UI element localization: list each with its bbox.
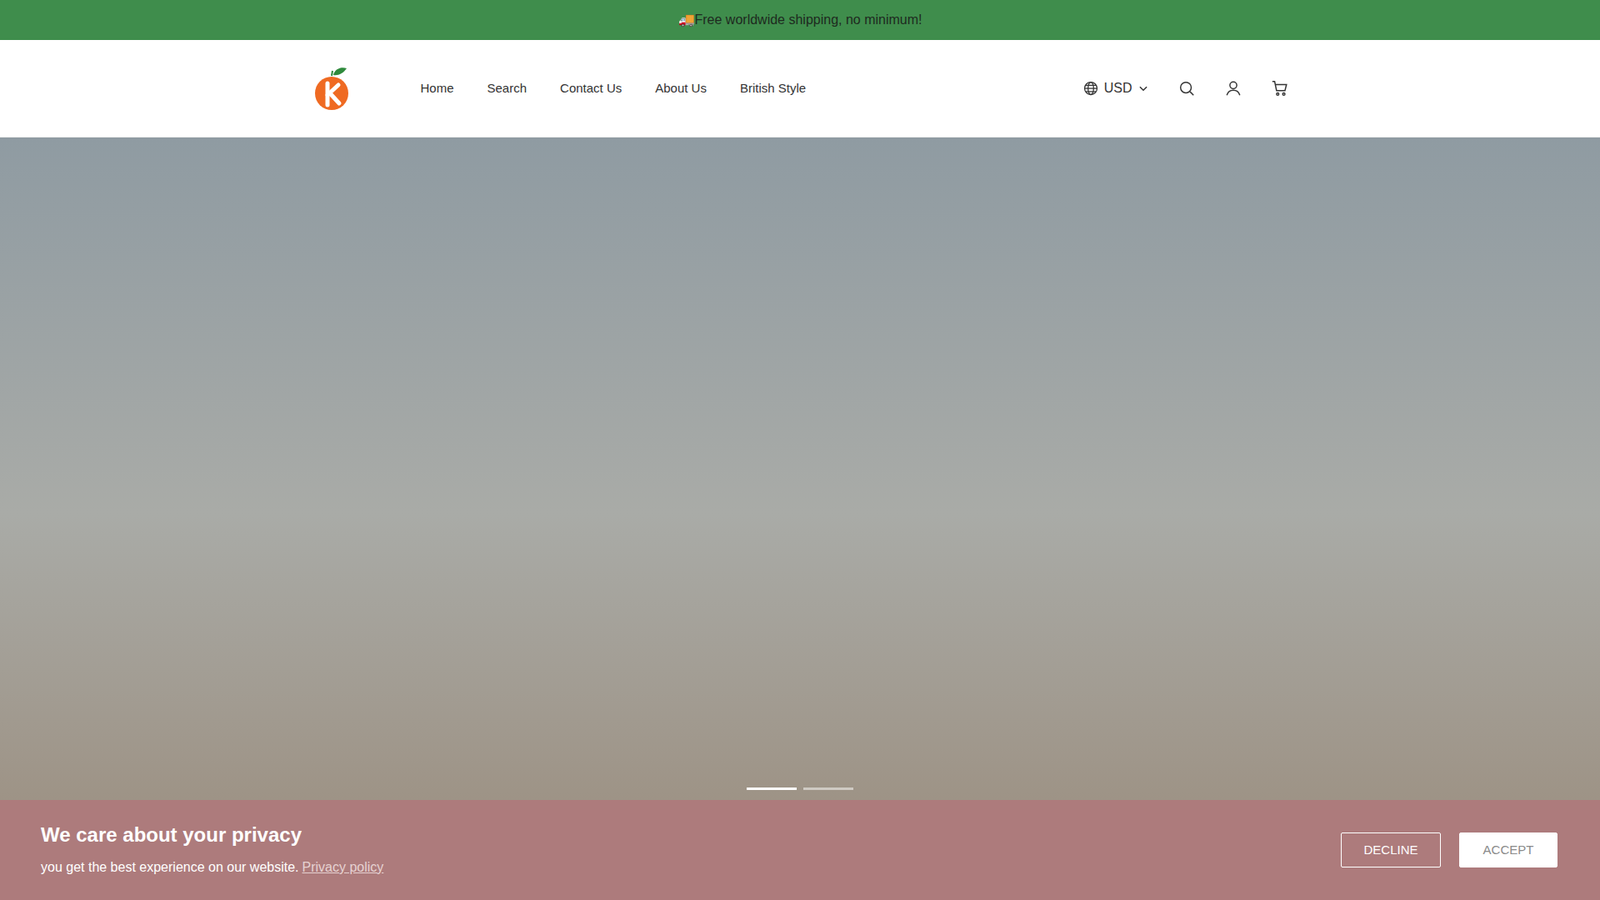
globe-icon — [1082, 80, 1100, 97]
chevron-down-icon — [1137, 82, 1150, 95]
nav-link[interactable]: About Us — [655, 79, 707, 99]
search-icon[interactable] — [1177, 79, 1196, 98]
currency-label: USD — [1104, 78, 1133, 99]
slider-dot[interactable] — [746, 787, 797, 790]
header-inner: Home Search Contact Us About Us British Styl… — [311, 40, 1290, 137]
cookie-title: We care about your privacy — [40, 822, 384, 848]
cookie-banner: We care about your privacy you get the be… — [0, 800, 1600, 900]
slider-dots — [746, 787, 854, 790]
header-actions: USD — [1082, 78, 1290, 99]
nav-link[interactable]: British Style — [740, 79, 806, 99]
cookie-text: you get the best experience on our websi… — [40, 857, 300, 878]
cookie-message: you get the best experience on our websi… — [40, 857, 384, 878]
currency-selector[interactable]: USD — [1082, 78, 1150, 99]
cart-icon[interactable] — [1270, 79, 1290, 98]
user-icon[interactable] — [1224, 79, 1243, 98]
accept-button[interactable]: ACCEPT — [1459, 832, 1558, 868]
decline-button[interactable]: DECLINE — [1340, 832, 1441, 868]
cookie-buttons: DECLINE ACCEPT — [1340, 832, 1558, 868]
slider-dot[interactable] — [803, 787, 854, 790]
cookie-text-group: We care about your privacy you get the be… — [40, 822, 384, 878]
site-header: Home Search Contact Us About Us British Styl… — [0, 40, 1600, 138]
announcement-text: 🚚Free worldwide shipping, no minimum! — [678, 10, 923, 30]
hero-banner[interactable] — [0, 137, 1600, 888]
announcement-bar: 🚚Free worldwide shipping, no minimum! — [0, 0, 1600, 40]
privacy-link[interactable]: Privacy policy — [302, 857, 385, 878]
nav-link[interactable]: Contact Us — [560, 79, 622, 99]
logo-icon[interactable] — [311, 65, 352, 112]
main-nav: Home Search Contact Us About Us British Styl… — [420, 79, 807, 99]
nav-link[interactable]: Home — [420, 79, 455, 99]
nav-link[interactable]: Search — [487, 79, 528, 99]
